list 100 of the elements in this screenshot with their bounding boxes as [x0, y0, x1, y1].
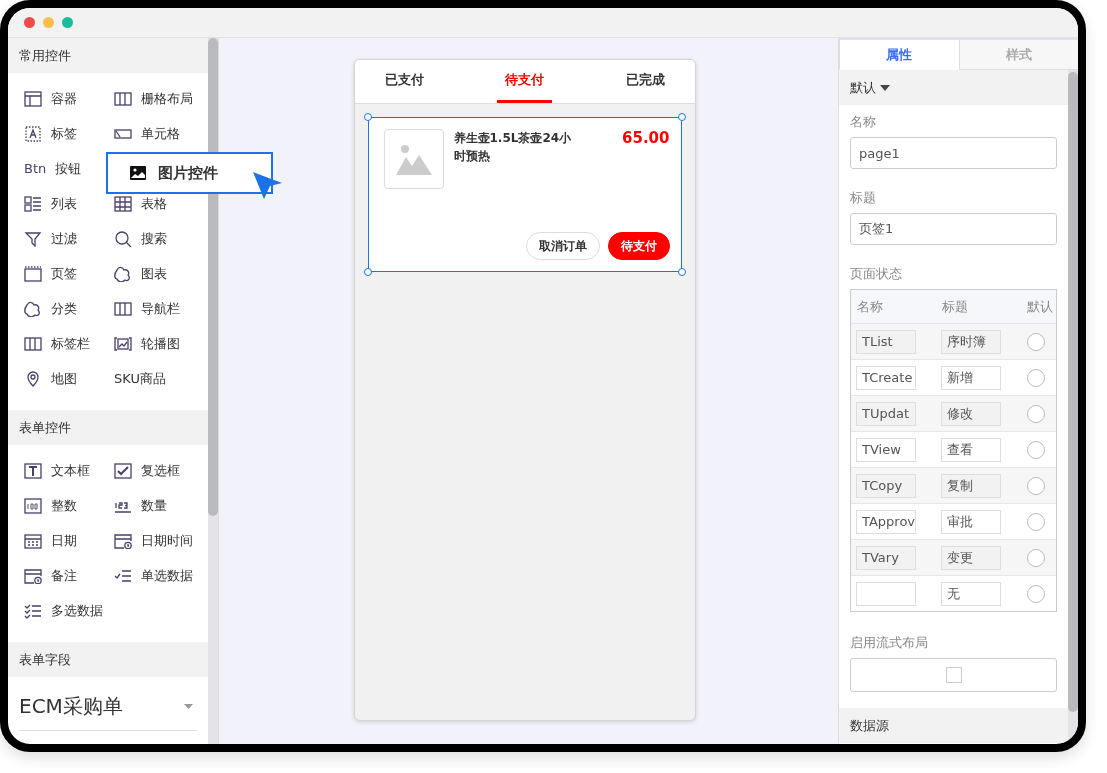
palette-label: 表格: [141, 194, 167, 213]
palette-item[interactable]: SKU商品: [114, 368, 166, 389]
name-field[interactable]: TCopy: [856, 473, 916, 498]
palette-item[interactable]: 数量: [114, 495, 167, 516]
resize-handle[interactable]: [363, 113, 372, 121]
palette-item[interactable]: Btn 按钮: [24, 158, 82, 179]
palette-item[interactable]: 整数: [24, 495, 77, 516]
image-icon: [395, 143, 432, 175]
order-tab[interactable]: 已支付: [376, 60, 432, 103]
palette-item[interactable]: 日期: [24, 530, 77, 551]
single-list-icon: [114, 567, 132, 584]
resize-handle[interactable]: [677, 113, 686, 121]
resize-handle[interactable]: [363, 268, 372, 276]
drag-preview[interactable]: 图片控件: [106, 152, 273, 194]
title-field[interactable]: 序时簿: [941, 329, 1001, 354]
caret-icon: [880, 84, 890, 91]
palette-item[interactable]: 文本框: [24, 460, 90, 481]
palette-item[interactable]: 表格: [114, 193, 167, 214]
palette-item[interactable]: 栅格布局: [114, 88, 193, 109]
title-field[interactable]: 查看: [941, 437, 1001, 462]
title-field[interactable]: 变更: [941, 545, 1001, 570]
palette-item[interactable]: 分类: [24, 298, 77, 319]
title-field[interactable]: 新增: [941, 365, 1001, 390]
palette-item[interactable]: 标签栏: [24, 333, 90, 354]
default-radio[interactable]: [1027, 368, 1045, 387]
palette-item[interactable]: 多选数据: [24, 600, 103, 621]
palette-item[interactable]: 页签: [24, 263, 77, 284]
default-radio[interactable]: [1027, 476, 1045, 495]
palette-label: 备注: [51, 566, 77, 585]
palette-label: 图表: [141, 264, 167, 283]
title-field[interactable]: 无: [941, 581, 1001, 606]
palette-label: 页签: [51, 264, 77, 283]
palette-item[interactable]: 容器: [24, 88, 77, 109]
group-header[interactable]: 数据源: [839, 708, 1068, 743]
palette-item[interactable]: 图表: [114, 263, 167, 284]
default-radio[interactable]: [1027, 404, 1045, 423]
palette-label: 单元格: [141, 124, 180, 143]
field-label: 启用流式布局: [850, 634, 929, 652]
title-field[interactable]: 修改: [941, 401, 1001, 426]
palette-label: 列表: [51, 194, 77, 213]
checkbox[interactable]: [945, 667, 962, 683]
carousel-icon: [114, 335, 132, 352]
palette-label: 多选数据: [51, 601, 103, 620]
default-radio[interactable]: [1027, 512, 1045, 531]
palette-item[interactable]: 日期时间: [114, 530, 193, 551]
product-price: 65.00: [622, 129, 670, 149]
filter-icon: [24, 230, 42, 247]
palette-item[interactable]: 列表: [24, 193, 77, 214]
order-tab[interactable]: 已完成: [617, 60, 673, 103]
cloud-icon: [114, 265, 132, 282]
default-radio[interactable]: [1027, 332, 1045, 351]
title-field[interactable]: 审批: [941, 509, 1001, 534]
palette-label: 地图: [51, 369, 77, 388]
palette-item[interactable]: 导航栏: [114, 298, 180, 319]
form-select[interactable]: ECM采购单: [19, 683, 197, 731]
palette-item[interactable]: 备注: [24, 565, 77, 586]
column-header: 标题: [942, 297, 969, 316]
group-header[interactable]: 默认: [839, 70, 1068, 105]
name-field[interactable]: [856, 581, 916, 606]
number-icon: [24, 497, 42, 514]
palette-label: 复选框: [141, 461, 180, 480]
default-radio[interactable]: [1027, 440, 1045, 459]
palette-item[interactable]: 单元格: [114, 123, 180, 144]
palette-item[interactable]: 地图: [24, 368, 77, 389]
palette-label: 栅格布局: [141, 89, 193, 108]
cloud-icon: [24, 300, 42, 317]
resize-handle[interactable]: [677, 268, 686, 276]
palette-item[interactable]: 轮播图: [114, 333, 180, 354]
palette-item[interactable]: 搜索: [114, 228, 167, 249]
caret-icon: [184, 704, 193, 709]
name-field[interactable]: TView: [856, 437, 916, 462]
name-field[interactable]: TList: [856, 329, 916, 354]
palette-item[interactable]: 过滤: [24, 228, 77, 249]
palette-label: 单选数据: [141, 566, 193, 585]
name-field[interactable]: TApprov: [856, 509, 916, 534]
zoom-dot[interactable]: [62, 17, 73, 28]
title-field[interactable]: 复制: [941, 473, 1001, 498]
default-radio[interactable]: [1027, 548, 1045, 567]
palette-item[interactable]: 复选框: [114, 460, 180, 481]
name-field[interactable]: TCreate: [856, 365, 916, 390]
minimize-dot[interactable]: [43, 17, 54, 28]
default-radio[interactable]: [1027, 584, 1045, 603]
cancel-button[interactable]: 取消订单: [525, 232, 600, 260]
column-header: 默认: [1027, 297, 1054, 316]
palette-label: 文本框: [51, 461, 90, 480]
text-field[interactable]: 页签1: [850, 213, 1057, 245]
text-field[interactable]: page1: [850, 137, 1057, 169]
close-dot[interactable]: [24, 17, 35, 28]
order-tab[interactable]: 待支付: [497, 60, 552, 103]
palette-label: 分类: [51, 299, 77, 318]
drag-label: 图片控件: [158, 163, 218, 183]
palette-item[interactable]: 标签: [24, 123, 77, 144]
name-field[interactable]: TUpdat: [856, 401, 916, 426]
pay-button[interactable]: 待支付: [607, 232, 670, 260]
checklist-icon: [24, 602, 42, 619]
palette-label: 搜索: [141, 229, 167, 248]
palette-label: 轮播图: [141, 334, 180, 353]
palette-item[interactable]: 单选数据: [114, 565, 193, 586]
layout-icon: [24, 90, 42, 107]
name-field[interactable]: TVary: [856, 545, 916, 570]
